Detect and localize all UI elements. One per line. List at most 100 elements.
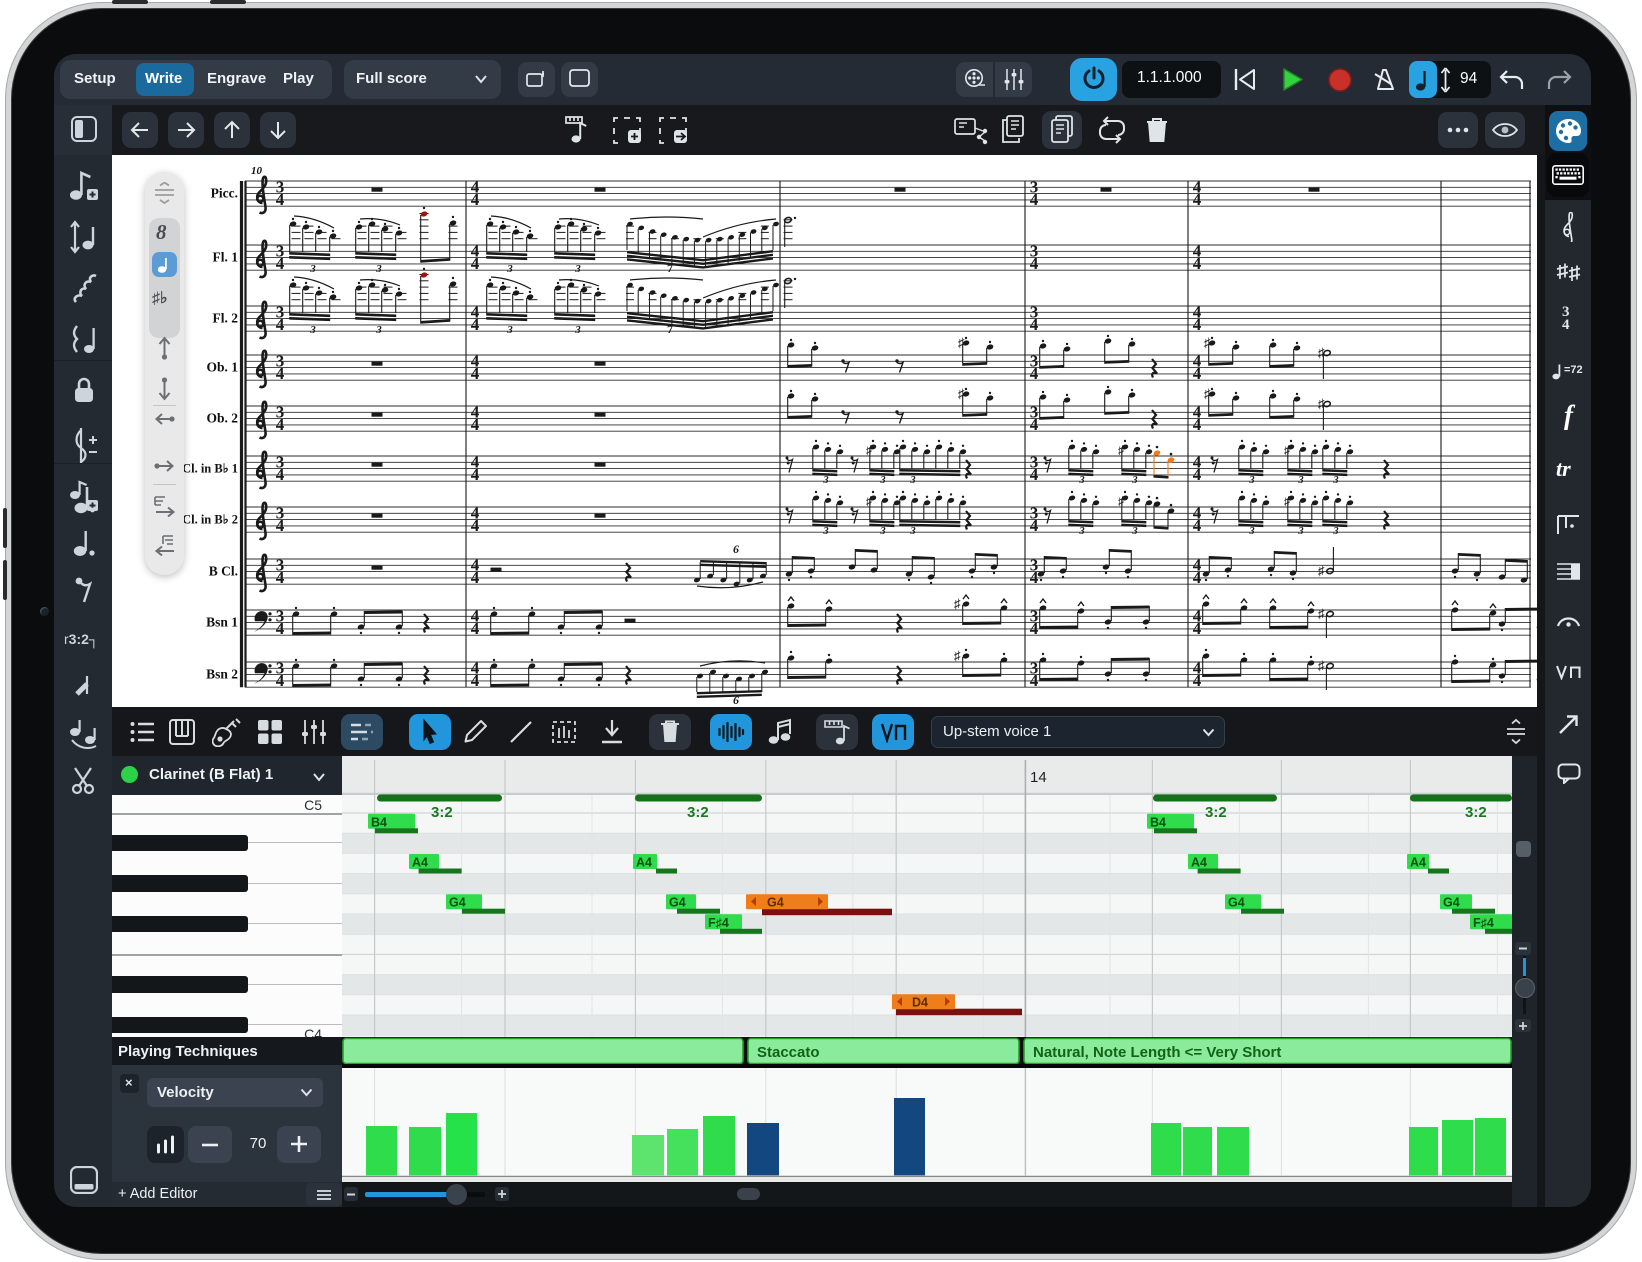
svg-text:F♯4: F♯4 — [1473, 916, 1494, 930]
svg-text:G4: G4 — [1443, 896, 1460, 910]
svg-text:Bsn 1: Bsn 1 — [206, 615, 238, 630]
svg-text:3: 3 — [1332, 475, 1338, 486]
svg-text:4: 4 — [1030, 516, 1039, 535]
svg-text:♯: ♯ — [954, 596, 961, 611]
svg-text:10: 10 — [251, 165, 263, 177]
svg-text:6: 6 — [733, 542, 739, 556]
svg-text:4: 4 — [471, 671, 480, 690]
svg-text:4: 4 — [1030, 619, 1039, 638]
svg-text:4: 4 — [1030, 568, 1039, 587]
svg-text:Natural, Note Length <= Very S: Natural, Note Length <= Very Short — [1033, 1044, 1281, 1061]
svg-text:3: 3 — [1248, 475, 1254, 486]
svg-text:Picc.: Picc. — [211, 186, 238, 201]
svg-text:3: 3 — [822, 526, 828, 537]
svg-text:4: 4 — [1193, 415, 1202, 434]
svg-text:3: 3 — [574, 324, 581, 336]
svg-text:B Cl.: B Cl. — [209, 564, 238, 579]
svg-text:G4: G4 — [449, 896, 466, 910]
svg-text:Ob. 1: Ob. 1 — [206, 360, 238, 375]
svg-text:Fl. 1: Fl. 1 — [213, 250, 239, 265]
svg-text:3: 3 — [909, 475, 915, 486]
svg-text:3: 3 — [1297, 526, 1303, 537]
svg-text:D4: D4 — [912, 996, 928, 1010]
svg-text:F♯4: F♯4 — [708, 916, 729, 930]
svg-text:6: 6 — [733, 693, 739, 707]
svg-text:7: 7 — [667, 261, 673, 275]
svg-text:A4: A4 — [412, 856, 428, 870]
svg-text:4: 4 — [276, 364, 285, 383]
svg-text:3: 3 — [375, 263, 382, 275]
svg-text:4: 4 — [471, 415, 480, 434]
svg-text:3: 3 — [375, 324, 382, 336]
svg-text:4: 4 — [276, 190, 285, 209]
svg-text:14: 14 — [1030, 769, 1047, 786]
svg-text:4: 4 — [276, 254, 285, 273]
svg-text:3: 3 — [309, 324, 316, 336]
svg-text:4: 4 — [471, 465, 480, 484]
svg-text:3: 3 — [1131, 526, 1137, 537]
svg-text:3: 3 — [1248, 526, 1254, 537]
svg-text:4: 4 — [1030, 671, 1039, 690]
svg-text:♯: ♯ — [1318, 563, 1325, 578]
svg-text:4: 4 — [276, 415, 285, 434]
svg-text:4: 4 — [471, 516, 480, 535]
svg-text:G4: G4 — [767, 896, 784, 910]
svg-text:3: 3 — [879, 475, 885, 486]
svg-text:3: 3 — [1297, 475, 1303, 486]
svg-text:4: 4 — [1193, 568, 1202, 587]
svg-text:4: 4 — [1030, 465, 1039, 484]
svg-text:7: 7 — [667, 322, 673, 336]
svg-text:4: 4 — [1030, 364, 1039, 383]
svg-text:♯: ♯ — [1284, 494, 1290, 508]
svg-text:4: 4 — [1193, 465, 1202, 484]
svg-text:3: 3 — [1078, 475, 1084, 486]
svg-text:4: 4 — [471, 568, 480, 587]
svg-text:4: 4 — [276, 568, 285, 587]
svg-text:♯: ♯ — [1318, 658, 1325, 673]
svg-text:4: 4 — [276, 465, 285, 484]
svg-text:4: 4 — [276, 516, 285, 535]
svg-text:B4: B4 — [371, 815, 387, 829]
svg-text:4: 4 — [1193, 364, 1202, 383]
svg-text:B4: B4 — [1150, 815, 1166, 829]
svg-text:3: 3 — [574, 263, 581, 275]
svg-text:A4: A4 — [1191, 856, 1207, 870]
svg-text:G4: G4 — [1228, 896, 1245, 910]
svg-text:♯: ♯ — [1118, 494, 1124, 508]
svg-text:4: 4 — [471, 315, 480, 334]
svg-text:3:2: 3:2 — [431, 804, 453, 821]
svg-text:4: 4 — [471, 364, 480, 383]
svg-text:4: 4 — [1193, 671, 1202, 690]
svg-text:4: 4 — [276, 315, 285, 334]
svg-text:4: 4 — [471, 619, 480, 638]
svg-text:Cl. in B♭ 2: Cl. in B♭ 2 — [182, 513, 238, 527]
svg-text:4: 4 — [1193, 315, 1202, 334]
svg-text:4: 4 — [1030, 415, 1039, 434]
svg-text:4: 4 — [276, 671, 285, 690]
svg-text:4: 4 — [1030, 190, 1039, 209]
svg-text:4: 4 — [1030, 315, 1039, 334]
svg-text:Cl. in B♭ 1: Cl. in B♭ 1 — [182, 462, 238, 476]
svg-text:Bsn 2: Bsn 2 — [206, 667, 238, 682]
svg-text:3:2: 3:2 — [1205, 804, 1227, 821]
svg-text:♯: ♯ — [1284, 443, 1290, 457]
svg-text:♯: ♯ — [1318, 606, 1325, 621]
svg-text:3:2: 3:2 — [1465, 804, 1487, 821]
svg-text:Ob. 2: Ob. 2 — [206, 411, 238, 426]
svg-text:3: 3 — [1078, 526, 1084, 537]
svg-text:3: 3 — [309, 263, 316, 275]
svg-text:4: 4 — [276, 619, 285, 638]
svg-text:4: 4 — [471, 190, 480, 209]
svg-text:A4: A4 — [636, 856, 652, 870]
svg-text:4: 4 — [471, 254, 480, 273]
svg-text:3: 3 — [822, 475, 828, 486]
svg-text:3: 3 — [1332, 526, 1338, 537]
svg-text:3: 3 — [506, 324, 513, 336]
svg-text:♯: ♯ — [1118, 443, 1124, 457]
svg-text:3: 3 — [1131, 475, 1137, 486]
svg-text:G4: G4 — [669, 896, 686, 910]
svg-text:4: 4 — [1193, 619, 1202, 638]
svg-text:♯: ♯ — [866, 443, 872, 457]
svg-text:3:2: 3:2 — [687, 804, 709, 821]
svg-text:4: 4 — [1030, 254, 1039, 273]
